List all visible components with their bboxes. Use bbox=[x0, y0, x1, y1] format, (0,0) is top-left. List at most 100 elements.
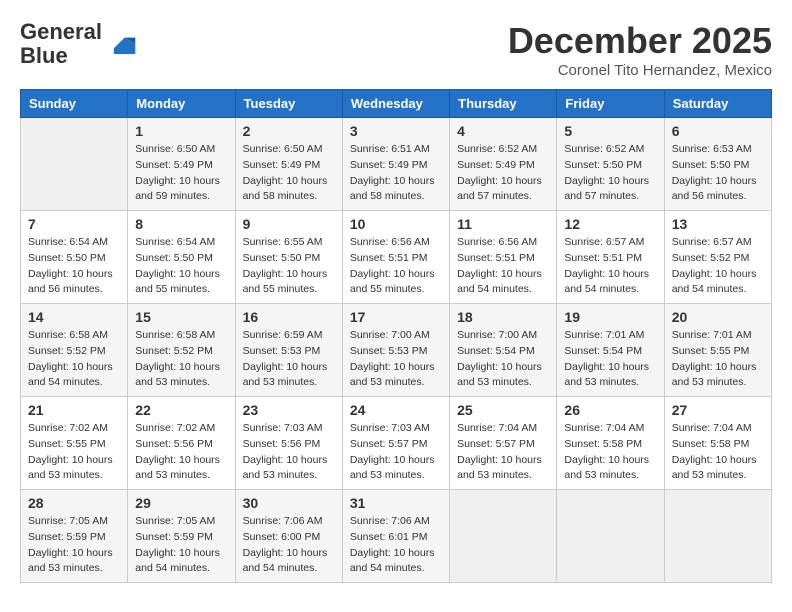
day-info: Sunrise: 7:06 AMSunset: 6:00 PMDaylight:… bbox=[243, 514, 335, 577]
day-number: 16 bbox=[243, 309, 335, 325]
day-number: 5 bbox=[564, 123, 656, 139]
calendar-day: 17Sunrise: 7:00 AMSunset: 5:53 PMDayligh… bbox=[342, 304, 449, 397]
day-number: 6 bbox=[672, 123, 764, 139]
day-info: Sunrise: 6:56 AMSunset: 5:51 PMDaylight:… bbox=[457, 235, 549, 298]
day-info: Sunrise: 6:50 AMSunset: 5:49 PMDaylight:… bbox=[243, 142, 335, 205]
weekday-header-wednesday: Wednesday bbox=[342, 90, 449, 118]
calendar-week-row: 7 Sunrise: 6:54 AMSunset: 5:50 PMDaylight… bbox=[21, 211, 772, 304]
day-number: 3 bbox=[350, 123, 442, 139]
calendar-week-row: 21Sunrise: 7:02 AMSunset: 5:55 PMDayligh… bbox=[21, 397, 772, 490]
calendar-day: 27 Sunrise: 7:04 AMSunset: 5:58 PMDayligh… bbox=[664, 397, 771, 490]
day-number: 15 bbox=[135, 309, 227, 325]
calendar-day bbox=[21, 118, 128, 211]
day-info: Sunrise: 7:01 AMSunset: 5:55 PMDaylight:… bbox=[672, 328, 764, 391]
calendar-day: 26Sunrise: 7:04 AMSunset: 5:58 PMDayligh… bbox=[557, 397, 664, 490]
weekday-header-row: SundayMondayTuesdayWednesdayThursdayFrid… bbox=[21, 90, 772, 118]
day-info: Sunrise: 7:04 AMSunset: 5:57 PMDaylight:… bbox=[457, 421, 549, 484]
calendar-day: 18 Sunrise: 7:00 AMSunset: 5:54 PMDayligh… bbox=[450, 304, 557, 397]
day-number: 30 bbox=[243, 495, 335, 511]
day-number: 25 bbox=[457, 402, 549, 418]
day-number: 9 bbox=[243, 216, 335, 232]
day-number: 8 bbox=[135, 216, 227, 232]
day-info: Sunrise: 6:54 AMSunset: 5:50 PMDaylight:… bbox=[28, 235, 120, 298]
day-info: Sunrise: 6:59 AMSunset: 5:53 PMDaylight:… bbox=[243, 328, 335, 391]
calendar-day: 21Sunrise: 7:02 AMSunset: 5:55 PMDayligh… bbox=[21, 397, 128, 490]
day-number: 20 bbox=[672, 309, 764, 325]
day-number: 12 bbox=[564, 216, 656, 232]
day-number: 31 bbox=[350, 495, 442, 511]
day-number: 10 bbox=[350, 216, 442, 232]
calendar-day: 12 Sunrise: 6:57 AMSunset: 5:51 PMDayligh… bbox=[557, 211, 664, 304]
calendar-table: SundayMondayTuesdayWednesdayThursdayFrid… bbox=[20, 89, 772, 583]
calendar-day: 22 Sunrise: 7:02 AMSunset: 5:56 PMDayligh… bbox=[128, 397, 235, 490]
calendar-day: 9 Sunrise: 6:55 AMSunset: 5:50 PMDaylight… bbox=[235, 211, 342, 304]
calendar-day: 25 Sunrise: 7:04 AMSunset: 5:57 PMDayligh… bbox=[450, 397, 557, 490]
day-info: Sunrise: 7:00 AMSunset: 5:54 PMDaylight:… bbox=[457, 328, 549, 391]
calendar-day: 28 Sunrise: 7:05 AMSunset: 5:59 PMDayligh… bbox=[21, 490, 128, 583]
day-info: Sunrise: 6:52 AMSunset: 5:49 PMDaylight:… bbox=[457, 142, 549, 205]
day-number: 7 bbox=[28, 216, 120, 232]
calendar-day: 5 Sunrise: 6:52 AMSunset: 5:50 PMDaylight… bbox=[557, 118, 664, 211]
day-number: 22 bbox=[135, 402, 227, 418]
calendar-day: 4Sunrise: 6:52 AMSunset: 5:49 PMDaylight… bbox=[450, 118, 557, 211]
day-info: Sunrise: 6:58 AMSunset: 5:52 PMDaylight:… bbox=[135, 328, 227, 391]
calendar-day: 8 Sunrise: 6:54 AMSunset: 5:50 PMDaylight… bbox=[128, 211, 235, 304]
day-number: 18 bbox=[457, 309, 549, 325]
weekday-header-saturday: Saturday bbox=[664, 90, 771, 118]
calendar-day bbox=[664, 490, 771, 583]
day-number: 23 bbox=[243, 402, 335, 418]
day-info: Sunrise: 6:56 AMSunset: 5:51 PMDaylight:… bbox=[350, 235, 442, 298]
calendar-day: 30 Sunrise: 7:06 AMSunset: 6:00 PMDayligh… bbox=[235, 490, 342, 583]
day-info: Sunrise: 6:57 AMSunset: 5:51 PMDaylight:… bbox=[564, 235, 656, 298]
day-number: 29 bbox=[135, 495, 227, 511]
calendar-day: 6Sunrise: 6:53 AMSunset: 5:50 PMDaylight… bbox=[664, 118, 771, 211]
logo-icon bbox=[106, 34, 136, 54]
calendar-day: 19 Sunrise: 7:01 AMSunset: 5:54 PMDayligh… bbox=[557, 304, 664, 397]
day-info: Sunrise: 7:03 AMSunset: 5:56 PMDaylight:… bbox=[243, 421, 335, 484]
weekday-header-friday: Friday bbox=[557, 90, 664, 118]
day-info: Sunrise: 6:50 AMSunset: 5:49 PMDaylight:… bbox=[135, 142, 227, 205]
day-info: Sunrise: 6:51 AMSunset: 5:49 PMDaylight:… bbox=[350, 142, 442, 205]
day-info: Sunrise: 6:55 AMSunset: 5:50 PMDaylight:… bbox=[243, 235, 335, 298]
calendar-day: 3 Sunrise: 6:51 AMSunset: 5:49 PMDaylight… bbox=[342, 118, 449, 211]
day-info: Sunrise: 7:05 AMSunset: 5:59 PMDaylight:… bbox=[135, 514, 227, 577]
calendar-day: 14 Sunrise: 6:58 AMSunset: 5:52 PMDayligh… bbox=[21, 304, 128, 397]
day-number: 27 bbox=[672, 402, 764, 418]
day-info: Sunrise: 6:58 AMSunset: 5:52 PMDaylight:… bbox=[28, 328, 120, 391]
day-number: 13 bbox=[672, 216, 764, 232]
day-info: Sunrise: 7:02 AMSunset: 5:56 PMDaylight:… bbox=[135, 421, 227, 484]
calendar-week-row: 1 Sunrise: 6:50 AMSunset: 5:49 PMDaylight… bbox=[21, 118, 772, 211]
day-number: 21 bbox=[28, 402, 120, 418]
logo-general: General bbox=[20, 19, 102, 44]
logo: General Blue bbox=[20, 20, 136, 68]
day-number: 1 bbox=[135, 123, 227, 139]
calendar-day bbox=[557, 490, 664, 583]
calendar-day: 20 Sunrise: 7:01 AMSunset: 5:55 PMDayligh… bbox=[664, 304, 771, 397]
day-number: 19 bbox=[564, 309, 656, 325]
day-number: 14 bbox=[28, 309, 120, 325]
day-info: Sunrise: 7:05 AMSunset: 5:59 PMDaylight:… bbox=[28, 514, 120, 577]
day-info: Sunrise: 7:01 AMSunset: 5:54 PMDaylight:… bbox=[564, 328, 656, 391]
calendar-day: 23 Sunrise: 7:03 AMSunset: 5:56 PMDayligh… bbox=[235, 397, 342, 490]
day-info: Sunrise: 7:04 AMSunset: 5:58 PMDaylight:… bbox=[672, 421, 764, 484]
logo-blue: Blue bbox=[20, 43, 68, 68]
day-number: 26 bbox=[564, 402, 656, 418]
weekday-header-tuesday: Tuesday bbox=[235, 90, 342, 118]
day-number: 2 bbox=[243, 123, 335, 139]
calendar-day bbox=[450, 490, 557, 583]
calendar-day: 13 Sunrise: 6:57 AMSunset: 5:52 PMDayligh… bbox=[664, 211, 771, 304]
day-info: Sunrise: 6:52 AMSunset: 5:50 PMDaylight:… bbox=[564, 142, 656, 205]
calendar-day: 31Sunrise: 7:06 AMSunset: 6:01 PMDayligh… bbox=[342, 490, 449, 583]
weekday-header-thursday: Thursday bbox=[450, 90, 557, 118]
calendar-day: 2 Sunrise: 6:50 AMSunset: 5:49 PMDaylight… bbox=[235, 118, 342, 211]
day-number: 11 bbox=[457, 216, 549, 232]
calendar-week-row: 28 Sunrise: 7:05 AMSunset: 5:59 PMDayligh… bbox=[21, 490, 772, 583]
title-block: December 2025 Coronel Tito Hernandez, Me… bbox=[508, 20, 772, 79]
calendar-day: 16 Sunrise: 6:59 AMSunset: 5:53 PMDayligh… bbox=[235, 304, 342, 397]
calendar-day: 24Sunrise: 7:03 AMSunset: 5:57 PMDayligh… bbox=[342, 397, 449, 490]
day-info: Sunrise: 7:03 AMSunset: 5:57 PMDaylight:… bbox=[350, 421, 442, 484]
day-info: Sunrise: 6:57 AMSunset: 5:52 PMDaylight:… bbox=[672, 235, 764, 298]
day-number: 28 bbox=[28, 495, 120, 511]
day-info: Sunrise: 6:54 AMSunset: 5:50 PMDaylight:… bbox=[135, 235, 227, 298]
calendar-day: 7 Sunrise: 6:54 AMSunset: 5:50 PMDaylight… bbox=[21, 211, 128, 304]
